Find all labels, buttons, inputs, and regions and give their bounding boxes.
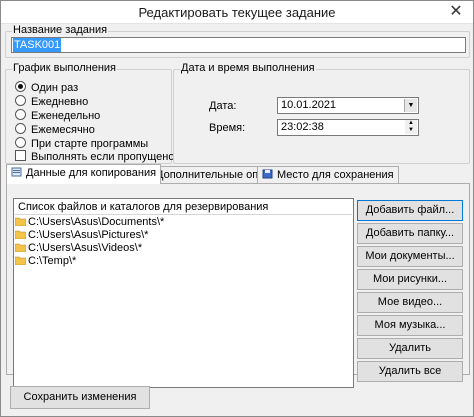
list-item[interactable]: C:\Temp\*: [15, 255, 76, 268]
remove-button[interactable]: Удалить: [357, 338, 463, 359]
radio-weekly-indicator[interactable]: [15, 109, 26, 120]
data-icon: [11, 167, 22, 177]
list-item-label: C:\Users\Asus\Pictures\*: [28, 229, 149, 241]
radio-once-label: Один раз: [31, 82, 79, 94]
list-item-label: C:\Temp\*: [28, 255, 77, 267]
radio-daily-label: Ежедневно: [31, 96, 89, 108]
radio-once-indicator[interactable]: [15, 81, 26, 92]
tab-copy-data-label: Данные для копирования: [26, 167, 157, 179]
add-file-button[interactable]: Добавить файл...: [357, 200, 463, 221]
folder-icon: [15, 217, 26, 226]
radio-on-startup-label: При старте программы: [31, 138, 149, 150]
my-videos-button[interactable]: Мое видео...: [357, 292, 463, 313]
tab-bar: Данные для копирования Дополнительные оп…: [6, 164, 469, 184]
radio-daily-indicator[interactable]: [15, 95, 26, 106]
tab-copy-data[interactable]: Данные для копирования: [6, 164, 162, 184]
save-changes-button[interactable]: Сохранить изменения: [10, 386, 150, 409]
radio-once[interactable]: Один раз: [15, 81, 78, 94]
run-if-missed-box[interactable]: [15, 150, 26, 161]
file-list-header-label: Список файлов и каталогов для резервиров…: [18, 201, 269, 213]
datetime-group: Дата и время выполнения: [173, 62, 470, 164]
list-item[interactable]: C:\Users\Asus\Videos\*: [15, 242, 142, 255]
list-item-label: C:\Users\Asus\Videos\*: [28, 242, 143, 254]
spin-down-icon[interactable]: ▼: [405, 127, 417, 134]
tab-save-location[interactable]: Место для сохранения: [257, 166, 399, 183]
datetime-group-label: Дата и время выполнения: [180, 62, 316, 74]
radio-monthly-label: Ежемесячно: [31, 124, 95, 136]
radio-daily[interactable]: Ежедневно: [15, 95, 88, 108]
my-documents-button[interactable]: Мои документы...: [357, 246, 463, 267]
radio-weekly[interactable]: Еженедельно: [15, 109, 100, 122]
radio-monthly-indicator[interactable]: [15, 123, 26, 134]
my-music-button[interactable]: Моя музыка...: [357, 315, 463, 336]
close-icon[interactable]: ✕: [447, 3, 465, 21]
radio-weekly-label: Еженедельно: [31, 110, 101, 122]
run-if-missed-checkbox[interactable]: Выполнять если пропущено: [15, 150, 174, 163]
time-label: Время:: [209, 122, 246, 134]
schedule-group-label: График выполнения: [12, 62, 118, 74]
title-bar: Редактировать текущее задание ✕: [1, 1, 473, 24]
radio-on-startup[interactable]: При старте программы: [15, 137, 148, 150]
date-label: Дата:: [209, 100, 237, 112]
run-if-missed-label: Выполнять если пропущено: [31, 151, 175, 163]
spin-up-icon[interactable]: ▲: [405, 120, 417, 127]
file-list[interactable]: Список файлов и каталогов для резервиров…: [13, 198, 354, 388]
task-name-group-label: Название задания: [12, 24, 109, 36]
folder-icon: [15, 243, 26, 252]
dialog-window: Редактировать текущее задание ✕ Название…: [0, 0, 474, 417]
radio-on-startup-indicator[interactable]: [15, 137, 26, 148]
window-title: Редактировать текущее задание: [138, 5, 336, 20]
add-folder-button[interactable]: Добавить папку...: [357, 223, 463, 244]
task-name-field[interactable]: TASK001: [11, 37, 466, 53]
folder-icon: [15, 230, 26, 239]
remove-all-button[interactable]: Удалить все: [357, 361, 463, 382]
date-value: 10.01.2021: [281, 99, 337, 111]
radio-monthly[interactable]: Ежемесячно: [15, 123, 95, 136]
chevron-down-icon[interactable]: ▼: [404, 99, 417, 112]
file-list-header[interactable]: Список файлов и каталогов для резервиров…: [15, 200, 352, 215]
save-location-icon: [262, 169, 273, 179]
list-item[interactable]: C:\Users\Asus\Documents\*: [15, 216, 164, 229]
task-name-value: TASK001: [13, 38, 62, 52]
date-picker[interactable]: 10.01.2021 ▼: [277, 97, 419, 114]
my-pictures-button[interactable]: Мои рисунки...: [357, 269, 463, 290]
tab-save-location-label: Место для сохранения: [277, 169, 394, 181]
list-item-label: C:\Users\Asus\Documents\*: [28, 216, 165, 228]
time-value: 23:02:38: [281, 121, 324, 133]
folder-icon: [15, 256, 26, 265]
time-spinner[interactable]: 23:02:38 ▲ ▼: [277, 119, 419, 136]
list-item[interactable]: C:\Users\Asus\Pictures\*: [15, 229, 148, 242]
